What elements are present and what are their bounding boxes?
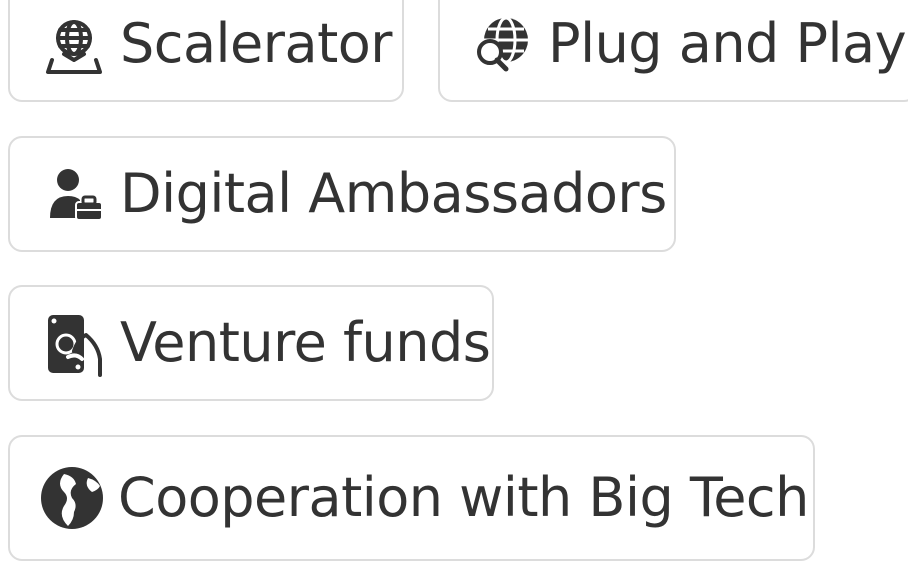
earth-icon [34,462,106,534]
scalerator-chip[interactable]: Scalerator [8,0,404,102]
venture-funds-chip[interactable]: Venture funds [8,285,494,401]
globe-search-icon [466,8,538,80]
plug-and-play-chip[interactable]: Plug and Play [438,0,908,102]
money-hand-icon [38,307,110,379]
venture-funds-label: Venture funds [120,311,491,374]
scalerator-label: Scalerator [120,12,393,75]
person-briefcase-icon [38,158,110,230]
globe-stand-icon [38,8,110,80]
cooperation-big-tech-chip[interactable]: Cooperation with Big Tech [8,435,815,561]
digital-ambassadors-label: Digital Ambassadors [120,162,667,225]
cooperation-big-tech-label: Cooperation with Big Tech [118,466,809,529]
digital-ambassadors-chip[interactable]: Digital Ambassadors [8,136,676,252]
plug-and-play-label: Plug and Play [548,12,907,75]
